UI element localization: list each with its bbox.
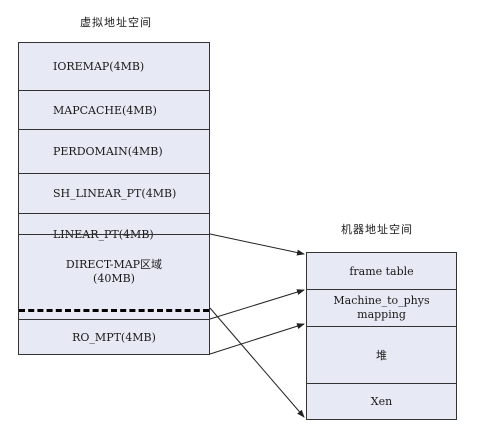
arrow-ro-mpt-to-m2p-bottom: [209, 323, 305, 355]
mapping-arrows: [209, 233, 305, 418]
arrow-direct-map-to-xen: [209, 307, 305, 418]
arrow-ro-mpt-to-m2p-top: [209, 289, 305, 320]
arrow-direct-map-to-frame-table: [209, 233, 305, 256]
